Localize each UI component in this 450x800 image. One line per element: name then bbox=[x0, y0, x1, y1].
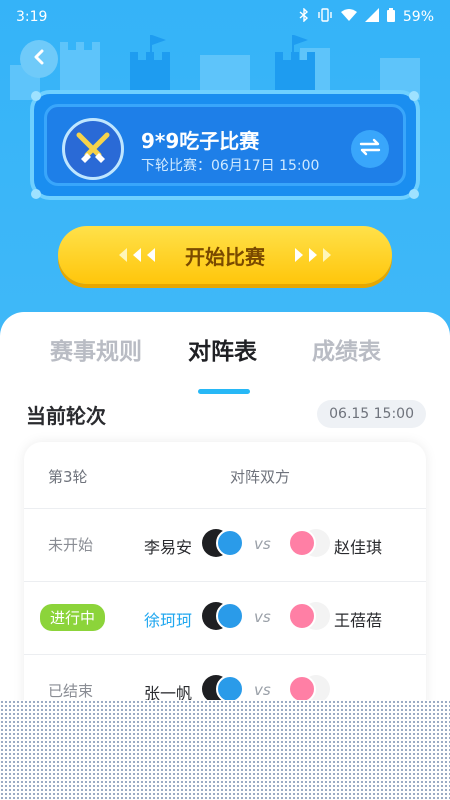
player-left: 李易安 bbox=[143, 538, 192, 557]
avatar bbox=[288, 675, 316, 703]
obscured-region bbox=[0, 700, 450, 800]
wifi-icon bbox=[340, 8, 357, 26]
table-row[interactable]: 未开始 李易安 vs 赵佳琪 bbox=[24, 508, 426, 580]
next-round-label: 下轮比赛： bbox=[141, 158, 211, 174]
vs-label: vs bbox=[254, 608, 271, 626]
match-status-live: 进行中 bbox=[40, 604, 106, 631]
start-match-button[interactable]: 开始比赛 bbox=[58, 226, 392, 284]
left-arrows-icon bbox=[117, 248, 161, 262]
battery-icon bbox=[386, 8, 395, 26]
start-match-label: 开始比赛 bbox=[185, 244, 265, 269]
opponents-header: 对阵双方 bbox=[230, 468, 291, 486]
avatar bbox=[216, 602, 244, 630]
current-round-time: 06.15 15:00 bbox=[317, 400, 426, 428]
battery-percent: 59% bbox=[402, 9, 434, 25]
status-bar: 3:19 59% bbox=[0, 0, 450, 34]
vs-label: vs bbox=[254, 681, 271, 699]
switch-match-button[interactable] bbox=[351, 130, 389, 168]
round-header: 第3轮 bbox=[48, 468, 88, 486]
swap-icon bbox=[359, 138, 381, 160]
back-button[interactable] bbox=[20, 40, 58, 78]
vs-label: vs bbox=[254, 535, 271, 553]
player-left: 徐珂珂 bbox=[143, 611, 192, 630]
tab-results[interactable]: 成绩表 bbox=[312, 332, 381, 366]
active-tab-indicator bbox=[198, 389, 250, 394]
tab-bar: 赛事规则 对阵表 成绩表 bbox=[0, 332, 450, 394]
avatar bbox=[216, 529, 244, 557]
status-time: 3:19 bbox=[16, 9, 48, 25]
avatar bbox=[288, 602, 316, 630]
avatar bbox=[216, 675, 244, 703]
match-status: 已结束 bbox=[48, 682, 94, 700]
match-title: 9*9吃子比赛 bbox=[141, 129, 260, 153]
avatar bbox=[288, 529, 316, 557]
signal-icon bbox=[364, 8, 379, 26]
player-right: 赵佳琪 bbox=[334, 538, 383, 557]
next-round-info: 下轮比赛：06月17日 15:00 bbox=[141, 155, 319, 175]
player-right: 王蓓蓓 bbox=[334, 611, 383, 630]
vibrate-icon bbox=[317, 8, 333, 26]
match-status: 未开始 bbox=[48, 536, 94, 554]
tab-schedule[interactable]: 对阵表 bbox=[188, 332, 257, 366]
tab-rules[interactable]: 赛事规则 bbox=[50, 332, 142, 366]
right-arrows-icon bbox=[289, 248, 333, 262]
bluetooth-icon bbox=[299, 7, 309, 26]
match-card: 9*9吃子比赛 下轮比赛：06月17日 15:00 bbox=[30, 90, 420, 200]
back-arrow-icon bbox=[31, 49, 47, 69]
current-round-title: 当前轮次 bbox=[26, 404, 106, 428]
table-row[interactable]: 进行中 徐珂珂 vs 王蓓蓓 bbox=[24, 581, 426, 653]
crossed-swords-icon bbox=[62, 118, 124, 180]
next-round-time: 06月17日 15:00 bbox=[211, 158, 320, 174]
